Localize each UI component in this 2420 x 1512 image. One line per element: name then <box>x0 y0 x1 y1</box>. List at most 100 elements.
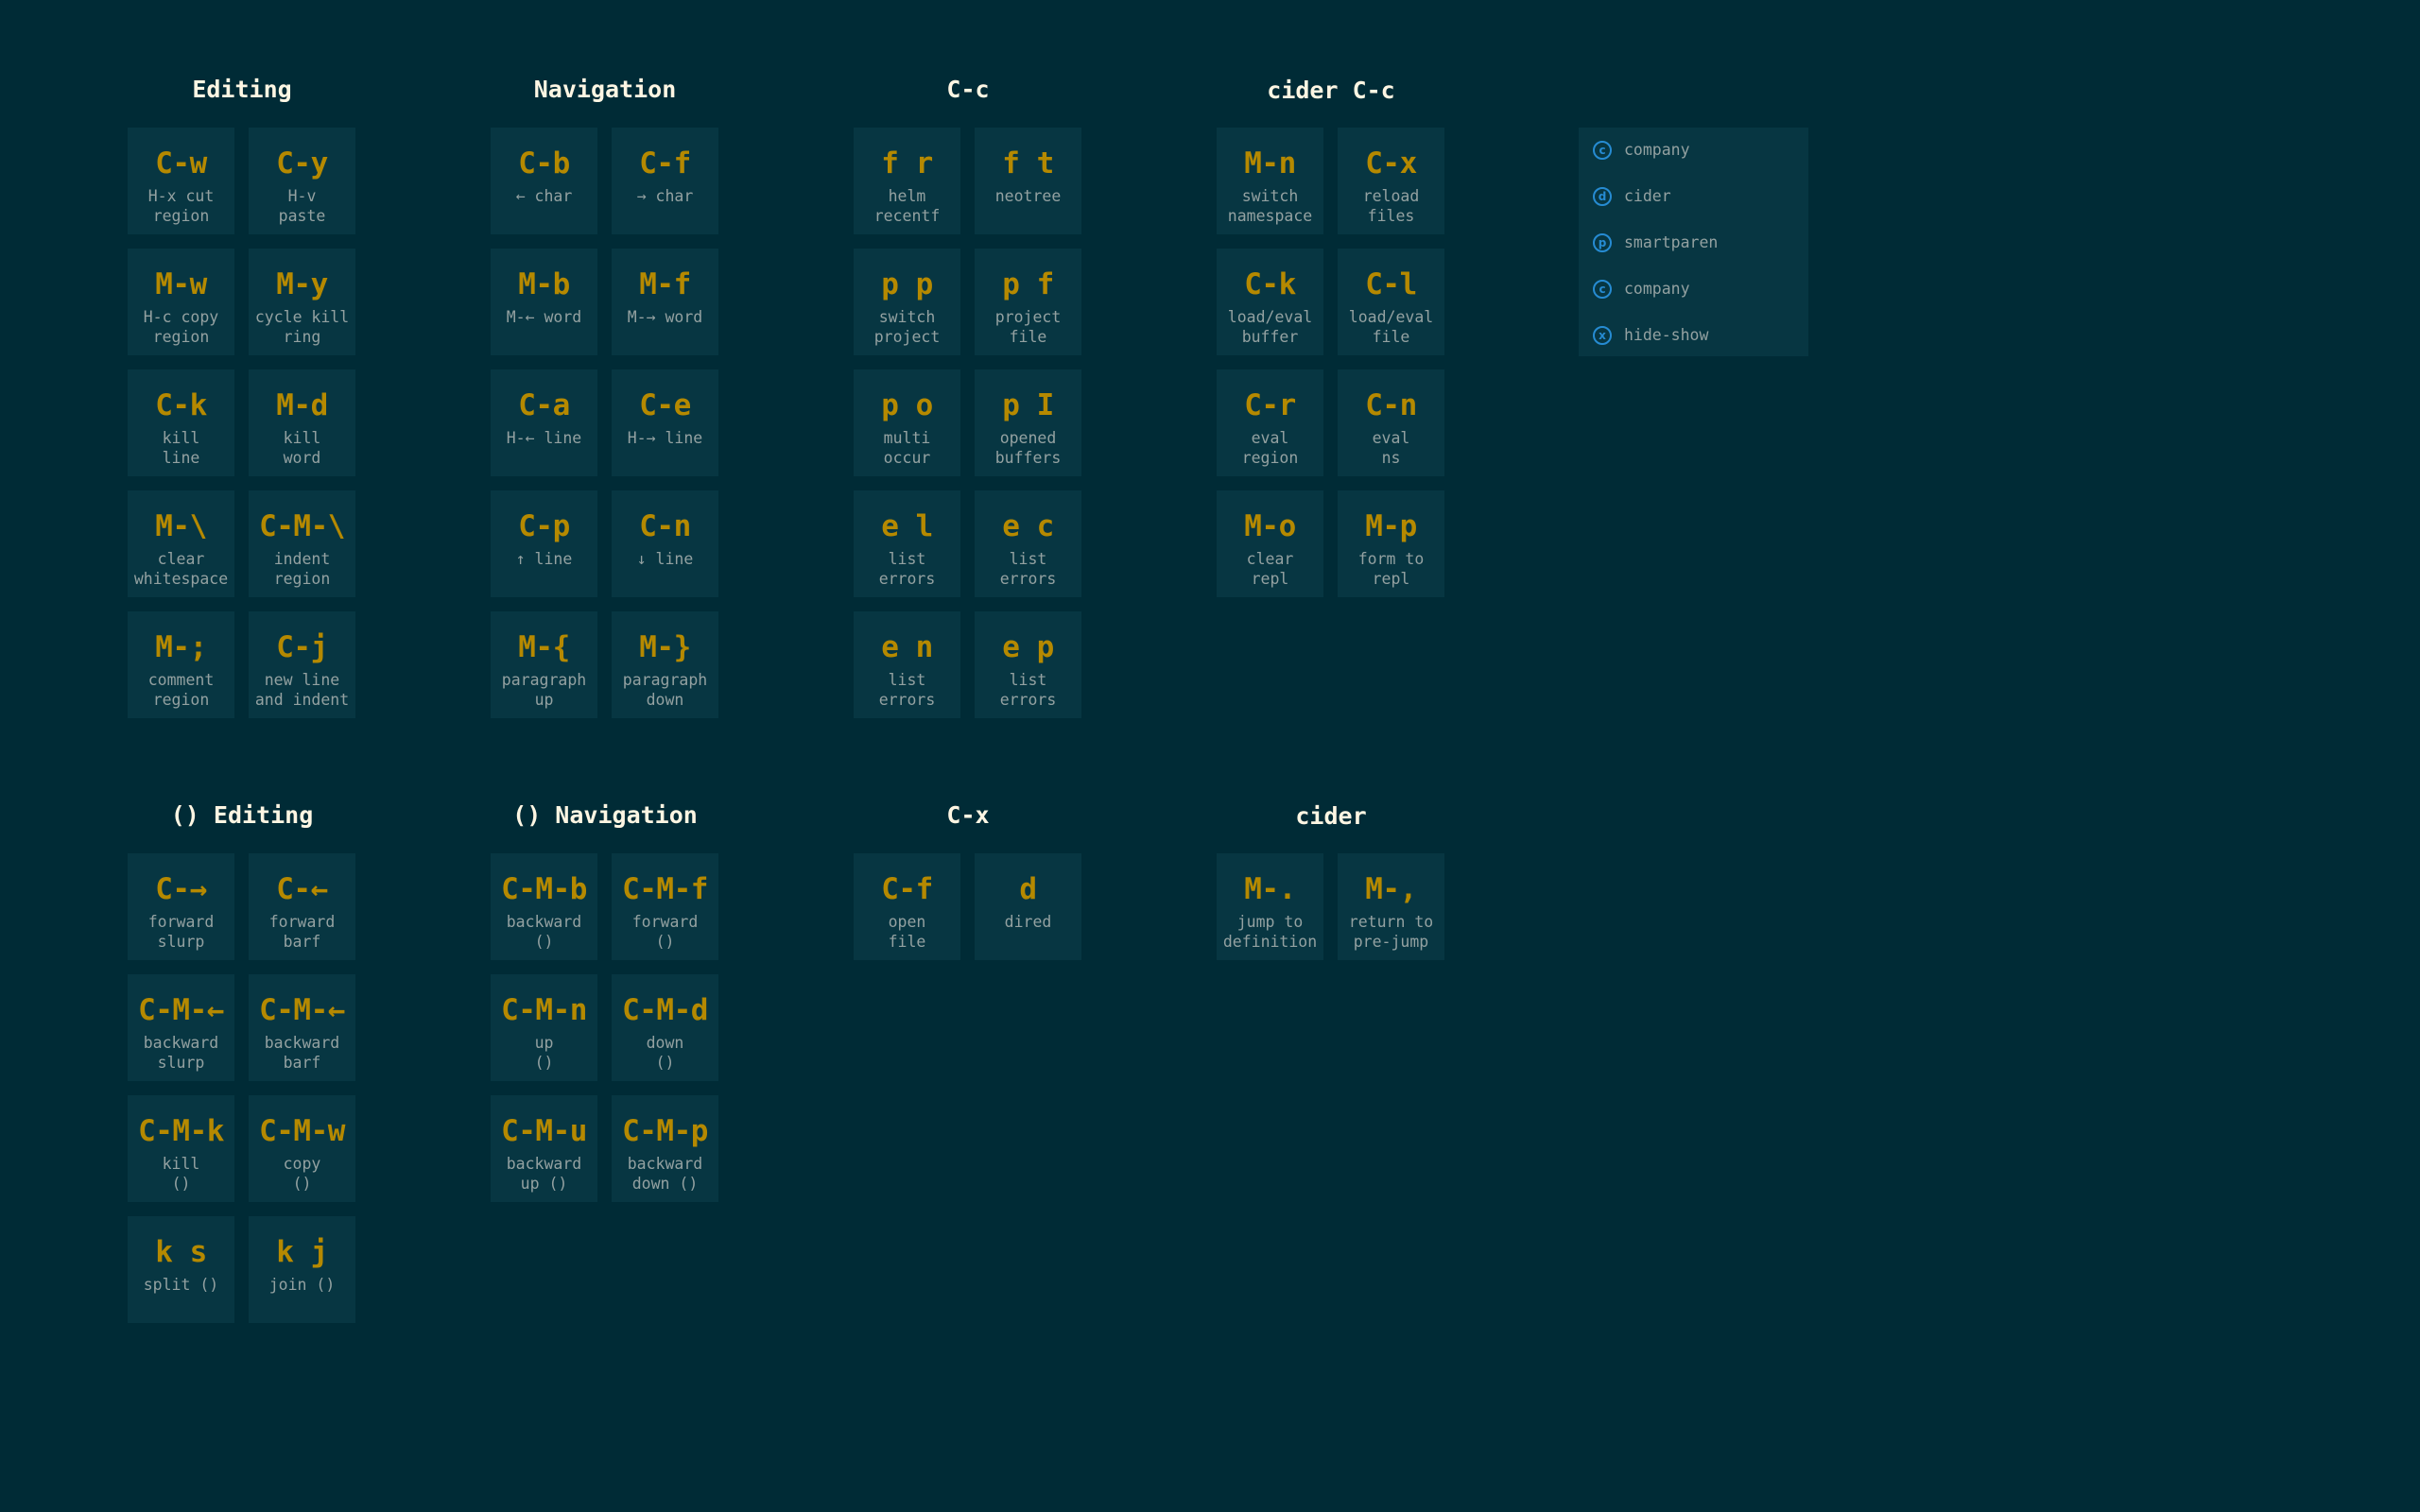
key-tile[interactable]: C-M-n up () <box>491 974 597 1081</box>
key-tile[interactable]: M-. jump to definition <box>1217 853 1323 960</box>
key-description: load/eval buffer <box>1227 308 1313 346</box>
key-combo: p f <box>1002 267 1054 301</box>
key-tile[interactable]: M-, return to pre-jump <box>1338 853 1444 960</box>
key-tile[interactable]: C-l load/eval file <box>1338 249 1444 355</box>
key-tile[interactable]: C-y H-v paste <box>249 128 355 234</box>
key-combo: C-y <box>276 146 328 180</box>
key-tile[interactable]: C-M-b backward () <box>491 853 597 960</box>
key-tile[interactable]: C-M-p backward down () <box>612 1095 718 1202</box>
key-tile[interactable]: M-; comment region <box>128 611 234 718</box>
key-description: kill word <box>283 429 321 467</box>
key-combo: C-f <box>881 872 933 906</box>
key-description: paragraph up <box>501 671 587 709</box>
key-description: reload files <box>1362 187 1420 225</box>
key-tile[interactable]: M-} paragraph down <box>612 611 718 718</box>
key-description: ← char <box>515 187 573 205</box>
key-tile[interactable]: C-→ forward slurp <box>128 853 234 960</box>
key-tile[interactable]: e n list errors <box>854 611 960 718</box>
key-tile[interactable]: C-M-k kill () <box>128 1095 234 1202</box>
legend-item-company[interactable]: c company <box>1579 134 1808 166</box>
key-tile[interactable]: C-x reload files <box>1338 128 1444 234</box>
key-tile[interactable]: M-b M-← word <box>491 249 597 355</box>
key-tile[interactable]: e c list errors <box>975 490 1081 597</box>
key-tile[interactable]: p o multi occur <box>854 369 960 476</box>
key-combo: M-p <box>1365 509 1417 543</box>
key-tile[interactable]: C-f open file <box>854 853 960 960</box>
key-description: switch namespace <box>1227 187 1313 225</box>
legend-item-hide-show[interactable]: x hide-show <box>1579 319 1808 352</box>
key-tile[interactable]: C-j new line and indent <box>249 611 355 718</box>
key-combo: C-w <box>155 146 207 180</box>
key-description: list errors <box>999 550 1057 588</box>
key-tile[interactable]: C-k load/eval buffer <box>1217 249 1323 355</box>
key-tile[interactable]: C-M-← backward slurp <box>128 974 234 1081</box>
key-tile[interactable]: C-M-← backward barf <box>249 974 355 1081</box>
key-description: forward slurp <box>147 913 215 951</box>
key-tile[interactable]: C-← forward barf <box>249 853 355 960</box>
key-description: forward () <box>631 913 699 951</box>
key-tile[interactable]: C-p ↑ line <box>491 490 597 597</box>
key-tile[interactable]: M-{paragraph up <box>491 611 597 718</box>
group-title: () Editing <box>170 801 314 829</box>
key-tile[interactable]: k s split () <box>128 1216 234 1323</box>
key-description: forward barf <box>268 913 336 951</box>
key-tile[interactable]: e p list errors <box>975 611 1081 718</box>
key-tile[interactable]: C-r eval region <box>1217 369 1323 476</box>
key-tile[interactable]: M-o clear repl <box>1217 490 1323 597</box>
key-tile[interactable]: C-k kill line <box>128 369 234 476</box>
key-tile[interactable]: f r helm recentf <box>854 128 960 234</box>
group-title: C-x <box>946 801 990 829</box>
key-tile[interactable]: C-b ← char <box>491 128 597 234</box>
key-tile[interactable]: C-f → char <box>612 128 718 234</box>
legend-item-smartparen[interactable]: p smartparen <box>1579 227 1808 259</box>
key-tile[interactable]: p f project file <box>975 249 1081 355</box>
key-tile[interactable]: C-M-f forward () <box>612 853 718 960</box>
key-tile[interactable]: M-w H-c copy region <box>128 249 234 355</box>
key-description: H-v paste <box>278 187 326 225</box>
key-tile[interactable]: M-\ clear whitespace <box>128 490 234 597</box>
key-tile[interactable]: p I opened buffers <box>975 369 1081 476</box>
key-combo: C-→ <box>155 872 207 906</box>
key-description: backward slurp <box>143 1034 219 1072</box>
legend-item-company[interactable]: c company <box>1579 273 1808 305</box>
key-combo: k s <box>155 1235 207 1269</box>
key-tile[interactable]: C-M-\ indent region <box>249 490 355 597</box>
key-tile[interactable]: M-y cycle kill ring <box>249 249 355 355</box>
key-combo: e l <box>881 509 933 543</box>
key-tile[interactable]: p p switch project <box>854 249 960 355</box>
key-tile[interactable]: M-p form to repl <box>1338 490 1444 597</box>
key-tile[interactable]: C-w H-x cut region <box>128 128 234 234</box>
key-tile[interactable]: C-n ↓ line <box>612 490 718 597</box>
key-tile[interactable]: M-d kill word <box>249 369 355 476</box>
key-description: switch project <box>873 308 941 346</box>
key-tile[interactable]: C-M-d down () <box>612 974 718 1081</box>
key-combo: C-← <box>276 872 328 906</box>
key-combo: C-n <box>639 509 691 543</box>
key-tile[interactable]: d dired <box>975 853 1081 960</box>
key-tile[interactable]: C-M-u backward up () <box>491 1095 597 1202</box>
key-tile[interactable]: k j join () <box>249 1216 355 1323</box>
key-combo: k j <box>276 1235 328 1269</box>
key-combo: C-k <box>1244 267 1296 301</box>
key-tile[interactable]: C-e H-→ line <box>612 369 718 476</box>
key-description: return to pre-jump <box>1348 913 1434 951</box>
key-tile[interactable]: M-n switch namespace <box>1217 128 1323 234</box>
key-description: neotree <box>994 187 1062 205</box>
key-tile[interactable]: C-a H-← line <box>491 369 597 476</box>
legend-item-cider[interactable]: d cider <box>1579 180 1808 213</box>
key-description: split () <box>143 1276 219 1294</box>
key-description: M-← word <box>506 308 582 326</box>
key-combo: M-f <box>639 267 691 301</box>
key-tile[interactable]: M-f M-→ word <box>612 249 718 355</box>
key-tile[interactable]: C-M-w copy () <box>249 1095 355 1202</box>
key-combo: C-k <box>155 388 207 422</box>
key-tile[interactable]: C-n eval ns <box>1338 369 1444 476</box>
key-combo: C-M-p <box>622 1114 708 1148</box>
legend-label: company <box>1624 141 1690 159</box>
key-combo: p I <box>1002 388 1054 422</box>
key-description: join () <box>268 1276 336 1294</box>
key-tile[interactable]: f t neotree <box>975 128 1081 234</box>
key-description: comment region <box>147 671 215 709</box>
key-tile[interactable]: e l list errors <box>854 490 960 597</box>
key-description: helm recentf <box>873 187 941 225</box>
